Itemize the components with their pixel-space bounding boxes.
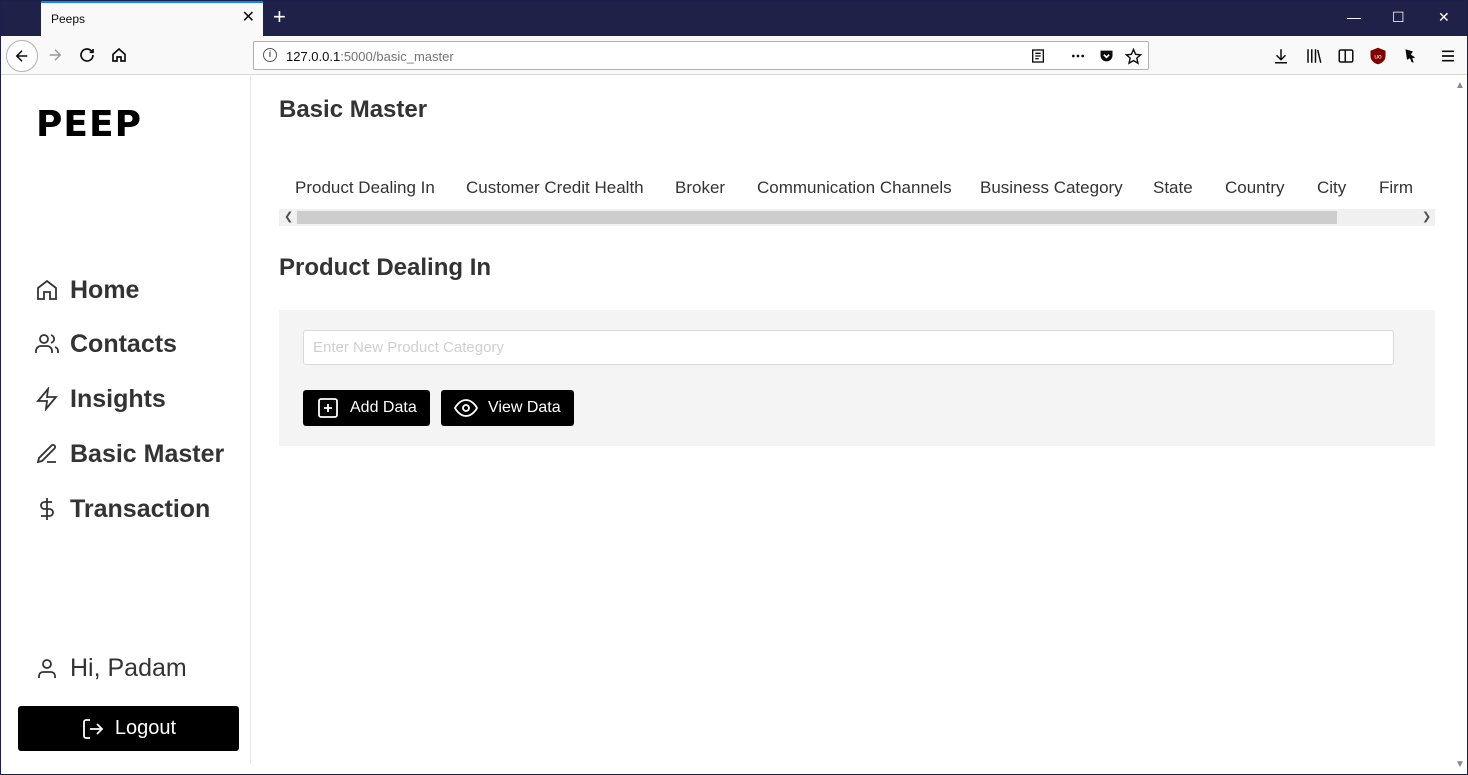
browser-tab[interactable]: Peeps ✕: [41, 1, 263, 36]
view-data-label: View Data: [488, 399, 561, 416]
eye-icon: [454, 399, 478, 417]
new-tab-button[interactable]: +: [273, 6, 286, 28]
page-scrollbar[interactable]: ▲ ▼: [1451, 76, 1467, 774]
view-data-button[interactable]: View Data: [441, 390, 574, 426]
tab-business-category[interactable]: Business Category: [980, 178, 1123, 198]
arrow-left-icon: [15, 50, 28, 62]
home-icon: [112, 47, 126, 62]
scroll-up-icon[interactable]: ▲: [1455, 80, 1465, 91]
edit-icon: [36, 444, 56, 464]
zap-icon: [36, 387, 58, 411]
add-data-label: Add Data: [350, 399, 417, 416]
master-tabs: Product Dealing In Customer Credit Healt…: [279, 174, 1435, 208]
sidebar-item-label: Insights: [70, 384, 166, 413]
tab-broker[interactable]: Broker: [675, 178, 725, 198]
logout-button[interactable]: Logout: [18, 706, 239, 751]
browser-window: Peeps ✕ + — ☐ ✕ i 127.0.0.1:5000/basic_m…: [0, 0, 1468, 775]
plus-square-icon: [318, 398, 338, 418]
url-path: :5000/basic_master: [340, 49, 454, 64]
hamburger-menu-icon[interactable]: [1440, 48, 1456, 64]
scroll-down-icon[interactable]: ▼: [1455, 759, 1465, 770]
sidebar-item-transaction[interactable]: Transaction: [35, 492, 210, 526]
info-icon[interactable]: i: [263, 48, 277, 62]
svg-text:uo: uo: [1374, 53, 1382, 60]
url-bar[interactable]: i 127.0.0.1:5000/basic_master: [253, 41, 1149, 70]
url-text: 127.0.0.1:5000/basic_master: [286, 49, 454, 64]
scrollbar-thumb[interactable]: [297, 211, 1337, 224]
minimize-button[interactable]: —: [1347, 9, 1361, 25]
user-icon: [38, 658, 56, 678]
library-icon[interactable]: [1304, 47, 1324, 65]
tab-firm[interactable]: Firm: [1379, 178, 1413, 198]
maximize-button[interactable]: ☐: [1392, 9, 1405, 26]
page-title: Basic Master: [279, 96, 428, 123]
greeting-text: Hi, Padam: [70, 654, 187, 682]
pocket-icon[interactable]: [1098, 48, 1115, 64]
sidebar-item-label: Home: [70, 275, 140, 304]
ublock-icon[interactable]: uo: [1369, 46, 1387, 66]
home-button[interactable]: [108, 44, 130, 66]
logout-icon: [83, 718, 104, 739]
product-category-input[interactable]: [303, 330, 1394, 365]
sidebar-item-home[interactable]: Home: [35, 273, 139, 307]
sidebar-toggle-icon[interactable]: [1337, 47, 1355, 65]
download-icon[interactable]: [1272, 47, 1290, 65]
sidebar-item-insights[interactable]: Insights: [35, 382, 166, 416]
users-icon: [35, 334, 59, 353]
page-content: PEEP Home Contacts Insights Basic Master…: [1, 76, 1467, 774]
sidebar-item-contacts[interactable]: Contacts: [35, 327, 177, 361]
reload-icon: [80, 48, 94, 62]
user-greeting: Hi, Padam: [35, 654, 187, 683]
tab-title: Peeps: [51, 12, 86, 26]
main-content: Basic Master Product Dealing In Customer…: [279, 76, 1439, 764]
logout-label: Logout: [114, 717, 177, 739]
logo[interactable]: PEEP: [36, 104, 142, 145]
sidebar-item-basic-master[interactable]: Basic Master: [35, 437, 224, 471]
tab-city[interactable]: City: [1317, 178, 1346, 198]
scroll-left-icon[interactable]: ❮: [284, 209, 293, 226]
tab-bar: Peeps ✕ + — ☐ ✕: [1, 1, 1467, 36]
tab-customer-credit-health[interactable]: Customer Credit Health: [466, 178, 644, 198]
dollar-icon: [40, 498, 54, 520]
add-data-button[interactable]: Add Data: [303, 390, 430, 426]
url-host: 127.0.0.1: [286, 49, 341, 64]
tabs-scrollbar[interactable]: ❮ ❯: [279, 209, 1435, 226]
section-title: Product Dealing In: [279, 254, 492, 281]
nav-bar: i 127.0.0.1:5000/basic_master uo: [1, 36, 1467, 75]
reader-view-icon[interactable]: [1030, 48, 1046, 64]
back-button[interactable]: [6, 40, 38, 72]
reload-button[interactable]: [76, 44, 98, 66]
sidebar-item-label: Transaction: [70, 494, 211, 523]
arrow-right-icon: [49, 49, 62, 61]
sidebar-item-label: Basic Master: [70, 439, 225, 468]
sidebar: PEEP Home Contacts Insights Basic Master…: [1, 76, 251, 764]
home-icon: [37, 279, 57, 300]
form-card: Add Data View Data: [279, 310, 1435, 446]
tab-state[interactable]: State: [1153, 178, 1193, 198]
bookmark-star-icon[interactable]: [1125, 48, 1142, 65]
tab-product-dealing-in[interactable]: Product Dealing In: [295, 178, 435, 198]
tab-close-icon[interactable]: ✕: [242, 10, 255, 26]
page-actions-icon[interactable]: [1069, 48, 1087, 64]
window-close-button[interactable]: ✕: [1438, 9, 1450, 26]
tab-country[interactable]: Country: [1225, 178, 1285, 198]
extension-icon[interactable]: [1401, 46, 1419, 66]
forward-button[interactable]: [44, 44, 66, 66]
scroll-right-icon[interactable]: ❯: [1422, 209, 1431, 226]
sidebar-item-label: Contacts: [70, 329, 177, 358]
tab-communication-channels[interactable]: Communication Channels: [757, 178, 952, 198]
